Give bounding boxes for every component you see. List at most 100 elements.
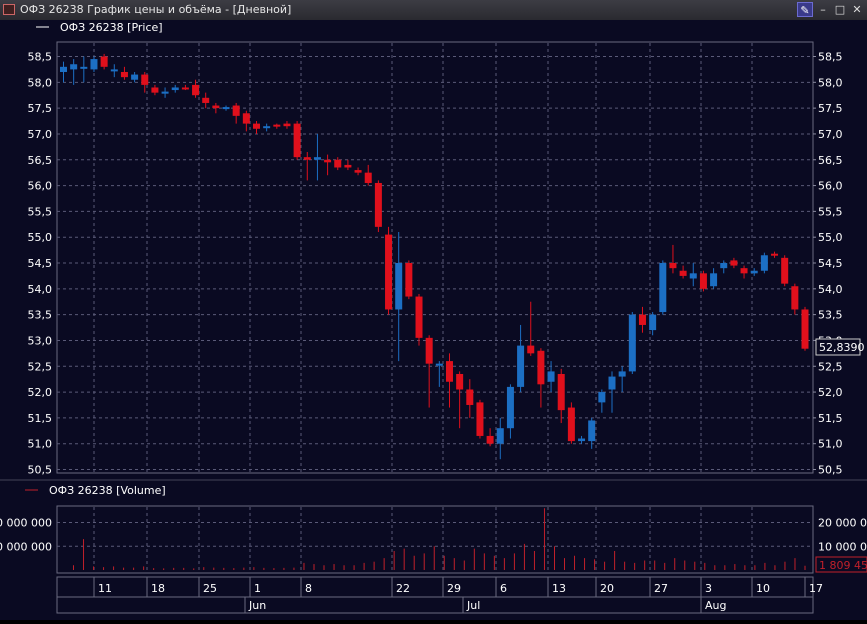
- candle-body: [506, 386, 514, 429]
- candle-body: [628, 314, 636, 372]
- price-tick-right: 58,0: [818, 76, 843, 89]
- candle-body: [192, 84, 200, 96]
- volume-tick-right: 20 000 000: [818, 517, 867, 530]
- day-label: 8: [305, 582, 312, 595]
- candle-body: [760, 255, 768, 271]
- day-label: 17: [809, 582, 823, 595]
- price-tick-left: 51,0: [28, 438, 53, 451]
- price-tick-right: 51,0: [818, 438, 843, 451]
- candle-body: [537, 350, 545, 385]
- month-label: Aug: [705, 599, 726, 612]
- price-tick-left: 55,0: [28, 231, 53, 244]
- candle-body: [781, 257, 789, 284]
- candle-body: [638, 314, 646, 325]
- candle-body: [557, 373, 565, 411]
- candle-body: [202, 97, 210, 103]
- candle-body: [313, 157, 321, 160]
- price-tick-left: 54,0: [28, 283, 53, 296]
- price-tick-left: 56,0: [28, 180, 53, 193]
- candle-body: [273, 124, 281, 127]
- day-label: 13: [552, 582, 566, 595]
- candle-body: [161, 91, 169, 94]
- candle-body: [283, 123, 291, 127]
- chart-svg: ОФЗ 26238 [Price] ОФЗ 26238 [Volume] 58,…: [0, 21, 867, 614]
- candle-body: [496, 428, 504, 444]
- candle-body: [750, 270, 758, 274]
- day-label: 29: [447, 582, 461, 595]
- candle-body: [720, 263, 728, 269]
- candle-body: [578, 438, 586, 442]
- day-label: 20: [600, 582, 614, 595]
- last-price-label: 52,8390: [819, 341, 865, 354]
- candle-body: [70, 64, 78, 70]
- price-tick-right: 58,5: [818, 51, 843, 64]
- volume-tick-right: 10 000 000: [818, 540, 867, 553]
- candle-body: [263, 126, 271, 129]
- candle-body: [649, 314, 657, 331]
- month-label: Jul: [466, 599, 480, 612]
- candle-body: [527, 345, 535, 354]
- price-tick-right: 51,5: [818, 412, 843, 425]
- maximize-icon[interactable]: □: [832, 2, 848, 17]
- candle-body: [435, 363, 443, 366]
- price-tick-right: 54,5: [818, 257, 843, 270]
- chart-app-icon: [3, 4, 15, 15]
- day-label: 18: [151, 582, 165, 595]
- candle-body: [171, 87, 179, 91]
- price-tick-left: 51,5: [28, 412, 53, 425]
- day-label: 11: [98, 582, 112, 595]
- candle-body: [252, 123, 260, 129]
- volume-panel-frame: [56, 505, 814, 574]
- day-label: 25: [203, 582, 217, 595]
- day-label: 1: [254, 582, 261, 595]
- candle-body: [120, 71, 128, 78]
- price-tick-left: 52,5: [28, 360, 53, 373]
- candle-body: [791, 286, 799, 310]
- candle-body: [303, 157, 311, 160]
- candle-body: [588, 420, 596, 442]
- candle-body: [740, 268, 748, 274]
- candle-body: [608, 376, 616, 390]
- volume-tick-left: 20 000 000: [0, 517, 52, 530]
- price-tick-right: 55,0: [818, 231, 843, 244]
- close-icon[interactable]: ✕: [849, 2, 865, 17]
- candle-body: [689, 273, 697, 279]
- candle-body: [110, 69, 118, 72]
- candle-body: [354, 170, 362, 173]
- candle-body: [466, 389, 474, 405]
- candle-body: [324, 159, 332, 163]
- pin-icon[interactable]: ✎: [797, 2, 813, 17]
- candle-body: [151, 87, 159, 93]
- candle-body: [181, 87, 189, 90]
- candle-body: [80, 66, 88, 69]
- candle-body: [395, 263, 403, 310]
- candle-body: [618, 371, 626, 377]
- candle-body: [486, 435, 494, 444]
- price-tick-right: 52,0: [818, 386, 843, 399]
- price-tick-right: 55,5: [818, 205, 843, 218]
- price-tick-right: 57,5: [818, 102, 843, 115]
- day-label: 10: [756, 582, 770, 595]
- candle-body: [415, 296, 423, 338]
- candle-body: [100, 56, 108, 67]
- day-label: 6: [500, 582, 507, 595]
- candle-body: [598, 392, 606, 403]
- candle-body: [90, 59, 98, 70]
- price-tick-left: 53,5: [28, 309, 53, 322]
- candle-body: [476, 402, 484, 436]
- price-tick-right: 52,5: [818, 360, 843, 373]
- price-panel-frame: [56, 41, 814, 474]
- candle-body: [456, 373, 464, 390]
- volume-tick-left: 10 000 000: [0, 540, 52, 553]
- candle-body: [60, 66, 67, 72]
- price-tick-right: 57,0: [818, 128, 843, 141]
- minimize-icon[interactable]: –: [815, 2, 831, 17]
- candle-body: [669, 263, 677, 269]
- candle-body: [334, 159, 342, 168]
- last-volume-label: 1 809 453: [819, 559, 867, 572]
- candle-body: [547, 371, 555, 382]
- candle-body: [567, 407, 575, 442]
- price-tick-left: 50,5: [28, 464, 53, 477]
- candle-body: [425, 337, 433, 364]
- candle-body: [659, 263, 667, 313]
